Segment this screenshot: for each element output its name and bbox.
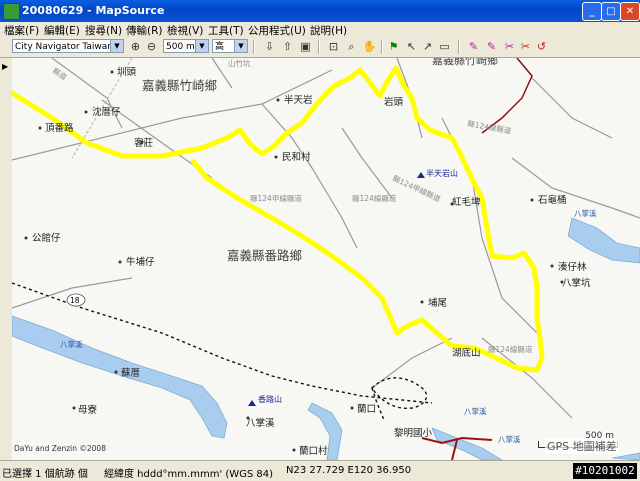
track-edit-icon[interactable]: ✎ [484,39,499,54]
map-product-select[interactable]: City Navigator Taiwan NT v8.6 ▼ [12,39,124,53]
zoom-in-icon[interactable]: ⊕ [128,39,143,54]
place-label: 公館仔 [32,232,61,244]
status-format: 經緯度 hddd°mm.mmm' (WGS 84) [104,469,274,480]
device-icon[interactable]: ▣ [298,39,313,54]
road-label: 縣124線縣道 [467,118,513,136]
mountain-icon [417,172,425,178]
track-tool-icon[interactable]: ✎ [466,39,481,54]
road-label: 山竹坑 [228,58,251,68]
place-label: 沈厝仔 [92,106,121,118]
track-divide-icon[interactable]: ✂ [518,39,533,54]
region-label: 嘉義縣竹崎鄉 [432,58,498,67]
status-position: N23 27.729 E120 36.950 [286,465,412,476]
place-label: 母寮 [78,404,98,416]
minimize-button[interactable]: _ [582,2,602,21]
region-label: 嘉義縣番路鄉 [227,248,302,263]
select-icon[interactable]: ⊡ [326,39,341,54]
map-credit: DaYu and Zenzin ©2008 [14,444,106,453]
place-label: 頂番路 [45,122,74,134]
place-label: 蘭口 [357,403,376,415]
map-svg[interactable]: 山竹坑 縣道 縣124甲線縣道 縣124線縣道 縣124甲線縣道 縣124線縣道… [12,58,640,460]
river-label: 八掌溪 [574,208,597,218]
menu-utilities[interactable]: 公用程式(U) [248,23,306,38]
place-label: 黎明國小 [394,427,433,439]
road-label: 縣124線縣道 [488,344,533,354]
watermark: GPS 地圖補差 [545,438,619,454]
measure-icon[interactable]: ▭ [437,39,452,54]
region-label: 嘉義縣竹崎鄉 [142,78,217,93]
waypoint-flag-icon[interactable]: ⚑ [386,39,401,54]
title-bar: 20080629 - MapSource _ □ ✕ [0,0,640,22]
menu-edit[interactable]: 編輯(E) [44,23,80,38]
river-label: 八掌溪 [464,406,487,416]
place-label: 紅毛埤 [452,196,481,208]
zoom-out-icon[interactable]: ⊖ [144,39,159,54]
place-label: 八掌溪 [246,417,275,429]
maximize-button[interactable]: □ [601,2,621,21]
map-product-value: City Navigator Taiwan NT v8.6 [15,42,123,52]
chevron-down-icon: ▼ [234,40,247,52]
peak-label: 半天岩山 [426,168,458,178]
highway [481,58,533,134]
expand-arrow-icon: ▶ [2,62,9,71]
river-label: 八掌溪 [498,434,521,444]
track-join-icon[interactable]: ✂ [502,39,517,54]
send-to-device-icon[interactable]: ⇧ [280,39,295,54]
place-label: 岩頭 [384,96,404,108]
menu-search[interactable]: 搜尋(N) [85,23,122,38]
map-canvas[interactable]: 山竹坑 縣道 縣124甲線縣道 縣124線縣道 縣124甲線縣道 縣124線縣道… [12,58,640,460]
zoom-level-value: 500 m [166,42,195,52]
place-label: 蘇厝 [121,367,140,379]
road-label: 縣124甲線縣道 [250,193,302,203]
menu-transfer[interactable]: 傳輸(R) [126,23,163,38]
toolbar-separator [381,40,383,54]
road-label: 縣道 [51,65,69,82]
place-label: 客莊 [134,137,154,149]
place-label: 湊仔林 [558,261,587,273]
zoom-tool-icon[interactable]: ⌕ [344,39,359,54]
status-selection: 已選擇 1 個航跡 個 [2,469,88,480]
chevron-down-icon: ▼ [195,40,208,52]
menu-tools[interactable]: 工具(T) [208,23,244,38]
toolbar-separator [458,40,460,54]
pointer-icon[interactable]: ↗ [420,39,435,54]
hand-icon[interactable]: ✋ [362,39,377,54]
detail-value: 高 [215,42,225,52]
close-button[interactable]: ✕ [620,2,640,21]
place-label: 民和村 [282,151,311,163]
toolbar-separator [253,40,255,54]
toolbar: City Navigator Taiwan NT v8.6 ▼ ⊕ ⊖ 500 … [0,37,640,58]
place-label: 圳頭 [117,67,137,78]
place-label: 牛埔仔 [126,256,155,268]
mountain-icon [248,400,256,406]
place-label: 蘭口村 [299,445,328,457]
route-icon[interactable]: ↖ [404,39,419,54]
menu-view[interactable]: 檢視(V) [167,23,203,38]
zoom-level-select[interactable]: 500 m ▼ [163,39,209,53]
road-label: 縣124線縣道 [352,193,397,203]
window-title: 20080629 - MapSource [22,4,165,17]
place-label: 湖底山 [452,347,481,359]
place-label: 埔尾 [428,297,447,309]
toolbar-separator [318,40,320,54]
image-stamp: #10201002 [573,463,637,479]
place-label: 石龜桶 [538,194,567,206]
menu-file[interactable]: 檔案(F) [4,23,39,38]
status-bar: 已選擇 1 個航跡 個 經緯度 hddd°mm.mmm' (WGS 84) N2… [0,460,640,481]
menu-help[interactable]: 說明(H) [310,23,347,38]
place-label: 八掌坑 [562,277,591,289]
menu-bar: 檔案(F) 編輯(E) 搜尋(N) 傳輸(R) 檢視(V) 工具(T) 公用程式… [0,22,640,38]
place-label: 半天岩 [284,94,313,106]
chevron-down-icon: ▼ [110,40,123,52]
peak-label: 香路山 [258,394,282,404]
track-reverse-icon[interactable]: ↺ [534,39,549,54]
detail-select[interactable]: 高 ▼ [212,39,248,53]
route-shield-label: 18 [70,296,80,305]
river-label: 八掌溪 [60,339,83,349]
receive-from-device-icon[interactable]: ⇩ [262,39,277,54]
app-icon [3,3,20,20]
